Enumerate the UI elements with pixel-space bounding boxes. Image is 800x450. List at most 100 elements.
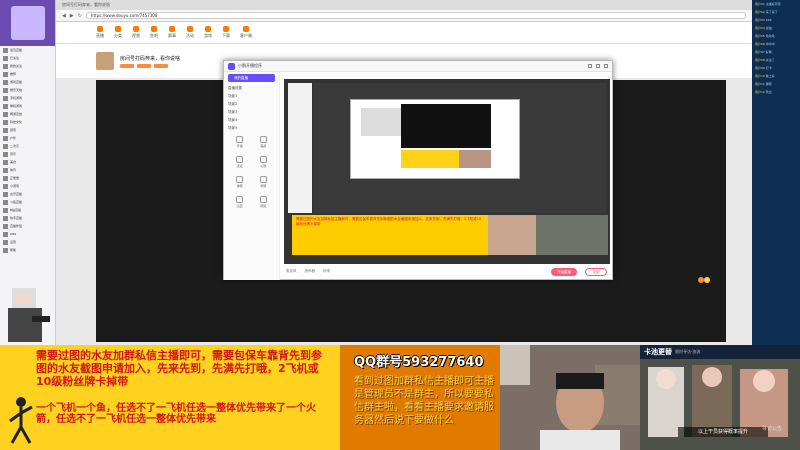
sidebar-item-icon [3, 71, 8, 77]
nav-item[interactable]: 游戏 [204, 26, 212, 39]
sidebar-item[interactable]: 我的关注 [0, 62, 55, 70]
chat-user[interactable]: 用户04 [755, 26, 765, 30]
sidebar-item[interactable]: 科技文化 [0, 118, 55, 126]
close-icon[interactable] [604, 64, 608, 68]
sidebar-item[interactable]: 最近直播 [0, 46, 55, 54]
avatar[interactable] [96, 52, 114, 70]
chat-user[interactable]: 用户03 [755, 18, 765, 22]
grid-item[interactable]: 礼物 [254, 156, 274, 172]
chat-user[interactable]: 用户10 [755, 74, 765, 78]
sidebar-item-label: 美食 [10, 160, 17, 164]
bitrate-label[interactable]: 码率 [323, 269, 330, 274]
sidebar-item[interactable]: 二次元 [0, 142, 55, 150]
nested-deep-preview [401, 104, 491, 148]
sidebar-item[interactable]: 已关注 [0, 54, 55, 62]
sidebar-item[interactable]: 网游竞技 [0, 110, 55, 118]
record-button[interactable]: 录制 [585, 267, 607, 276]
nav-item[interactable]: 客户端 [240, 26, 252, 39]
tool-preview[interactable]: 需要过图的水友加群私信主播即可，需要包保车靠背先到参图的水友截图申请加入，先来先… [284, 79, 610, 264]
sidebar-item[interactable]: 帮助 [0, 246, 55, 254]
chat-user[interactable]: 用户09 [755, 66, 765, 70]
nested-bottom-strip: 需要过图的水友加群私信主播即可，需要包保车靠背先到参图的水友截图申请加入，先来先… [284, 213, 610, 255]
sidebar-item-label: 音乐 [10, 152, 17, 156]
chat-text: 666 [765, 18, 772, 22]
sidebar-item-my-live[interactable]: 我的直播 [228, 74, 275, 82]
sidebar-item[interactable]: 游戏直播 [0, 78, 55, 86]
sidebar-item[interactable]: 设置 [0, 238, 55, 246]
nav-item[interactable]: 下载 [222, 26, 230, 39]
grid-item[interactable]: 美颜 [254, 136, 274, 152]
grid-item[interactable]: 连麦 [230, 156, 250, 172]
sidebar-item-scene[interactable]: 场景2 [224, 100, 279, 108]
nav-item[interactable]: 鱼吧 [150, 26, 158, 39]
nav-item[interactable]: 赛事 [168, 26, 176, 39]
sidebar-item-scene[interactable]: 场景1 [224, 92, 279, 100]
sidebar-item-icon [3, 215, 8, 221]
sidebar-item[interactable]: 快手直播 [0, 214, 55, 222]
refresh-icon[interactable]: ↻ [78, 13, 82, 19]
microphone-label[interactable]: 麦克风 [286, 269, 297, 274]
tool-icon [236, 196, 244, 203]
chat-user[interactable]: 用户08 [755, 58, 765, 62]
sidebar-item[interactable]: 直播伴侣 [0, 222, 55, 230]
sidebar-item-icon [3, 143, 8, 149]
browser-tab[interactable]: 房间号打码奔来，看你说啥 [62, 2, 110, 8]
sidebar-item[interactable]: 推荐 [0, 70, 55, 78]
avatar[interactable] [10, 6, 45, 40]
chat-user[interactable]: 用户05 [755, 34, 765, 38]
address-input[interactable]: https://www.douyu.com/7457308 [85, 12, 746, 19]
sidebar-item-scene[interactable]: 场景5 [224, 124, 279, 132]
minimize-icon[interactable] [588, 64, 592, 68]
sidebar-item[interactable]: 美食 [0, 158, 55, 166]
speaker-label[interactable]: 扬声器 [305, 269, 316, 274]
sidebar-item[interactable]: 娱乐天地 [0, 86, 55, 94]
chat-user[interactable]: 用户06 [755, 42, 765, 46]
sidebar-item-scene[interactable]: 场景3 [224, 108, 279, 116]
grid-item[interactable]: 录屏 [254, 176, 274, 192]
qq-group-number: QQ群号593277640 [354, 355, 484, 370]
chat-user[interactable]: 用户12 [755, 90, 765, 94]
grid-item[interactable]: 设置 [230, 196, 250, 212]
chat-message: 用户10 晚上好 [752, 72, 800, 80]
back-icon[interactable]: ◀ [62, 13, 66, 19]
nav-item[interactable]: 分类 [114, 26, 122, 39]
nav-icon [169, 26, 175, 32]
sidebar-item-icon [3, 231, 8, 237]
sidebar-item[interactable]: 体育 [0, 166, 55, 174]
room-tags [120, 63, 180, 68]
grid-item[interactable]: 弹幕 [230, 176, 250, 192]
nav-item[interactable]: 直播 [96, 26, 104, 39]
start-live-button[interactable]: 开始直播 [551, 267, 577, 276]
maximize-icon[interactable] [596, 64, 600, 68]
forward-icon[interactable]: ▶ [70, 13, 74, 19]
sidebar-item-label: 户外 [10, 136, 17, 140]
sidebar-item[interactable]: 虎牙直播 [0, 190, 55, 198]
chat-user[interactable]: 用户02 [755, 10, 765, 14]
chat-user[interactable]: 用户07 [755, 50, 765, 54]
sidebar-item[interactable]: 小游戏 [0, 182, 55, 190]
sidebar-item[interactable]: 斗鱼直播 [0, 198, 55, 206]
sidebar-item[interactable]: 颜值 [0, 126, 55, 134]
nav-item[interactable]: 活动 [186, 26, 194, 39]
chat-list: 用户01 主播好厉害 用户02 来了来了 用户03 666 用户04 加油 用户05 哈… [752, 0, 800, 96]
nav-icon [187, 26, 193, 32]
sidebar-item[interactable]: 户外 [0, 134, 55, 142]
chat-text: 晚上好 [765, 74, 775, 78]
streaming-tool-window: 小鹅开播程序 我的直播 直播设置 场景1 场景2 场景3 场景4 场景5 开播 … [223, 60, 613, 280]
sidebar-item-scene[interactable]: 场景4 [224, 116, 279, 124]
grid-item[interactable]: 帮助 [254, 196, 274, 212]
sidebar-item[interactable]: 正能量 [0, 174, 55, 182]
sidebar-item[interactable]: 手机游戏 [0, 94, 55, 102]
grid-item[interactable]: 开播 [230, 136, 250, 152]
sidebar-item[interactable]: OBS [0, 230, 55, 238]
chat-user[interactable]: 用户11 [755, 82, 765, 86]
chat-user[interactable]: 用户01 [755, 2, 765, 6]
nav-item[interactable]: 视频 [132, 26, 140, 39]
chat-message: 用户11 弹幕 [752, 80, 800, 88]
sidebar-item[interactable]: 音乐 [0, 150, 55, 158]
sidebar-item-icon [3, 207, 8, 213]
sidebar-item-icon [3, 127, 8, 133]
sidebar-item[interactable]: 单机游戏 [0, 102, 55, 110]
sidebar-item-live-settings[interactable]: 直播设置 [224, 84, 279, 92]
sidebar-item[interactable]: B站直播 [0, 206, 55, 214]
